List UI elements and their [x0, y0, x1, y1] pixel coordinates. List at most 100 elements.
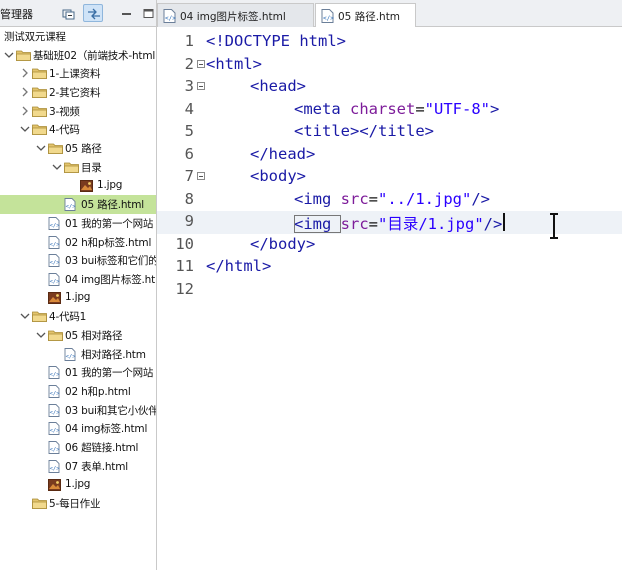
explorer-header: 管理器: [0, 0, 156, 27]
code-token-attr: src: [340, 189, 369, 208]
tree-item-label: 基础班02（前端技术-html: [33, 49, 156, 62]
code-line[interactable]: 1 <!DOCTYPE html>: [157, 31, 622, 54]
folder-icon: [48, 329, 63, 341]
code-line[interactable]: 4 <meta charset="UTF-8">: [157, 99, 622, 122]
link-with-editor-button[interactable]: [83, 4, 103, 22]
tree-folder[interactable]: 1-上课资料: [0, 64, 156, 83]
chevron-down-icon[interactable]: [20, 310, 30, 322]
minimize-icon: [122, 13, 131, 15]
fold-toggle-icon[interactable]: [197, 82, 205, 90]
tree-html-file[interactable]: </> 04 img图片标签.ht: [0, 270, 156, 289]
tree-item-label: 05 路径: [65, 143, 102, 156]
code-line[interactable]: 8 <img src="../1.jpg"/>: [157, 189, 622, 212]
tab-img-html[interactable]: </> 04 img图片标签.html: [157, 3, 314, 27]
tree-root[interactable]: 测试双元课程: [0, 27, 156, 46]
tree-html-file[interactable]: </> 02 h和p.html: [0, 382, 156, 401]
tree-folder[interactable]: 4-代码: [0, 120, 156, 139]
folder-icon: [32, 105, 47, 117]
tree-html-file[interactable]: </> 01 我的第一个网站: [0, 363, 156, 382]
tree-image-file[interactable]: 1.jpg: [0, 289, 156, 308]
code-token-tag: </head>: [250, 144, 316, 163]
tree-html-file[interactable]: </> 05 路径.html: [0, 195, 156, 214]
tree-item-label: 相对路径.htm: [81, 348, 146, 361]
code-text: <title></title>: [294, 122, 434, 140]
code-text: <meta charset="UTF-8">: [294, 100, 499, 118]
chevron-down-icon[interactable]: [4, 49, 14, 61]
code-line[interactable]: 11 </html>: [157, 256, 622, 279]
folder-icon: [32, 310, 47, 323]
svg-text:</>: </>: [50, 242, 60, 248]
tree-html-file[interactable]: </> 03 bui和其它小伙伴: [0, 401, 157, 420]
tree-image-file[interactable]: 1.jpg: [0, 476, 156, 495]
code-token-tag: </body>: [250, 234, 316, 253]
code-token-tag: </html>: [206, 257, 272, 275]
code-text: <html>: [206, 55, 262, 73]
tree-html-file[interactable]: </> 04 img标签.html: [0, 419, 156, 438]
tree-html-file[interactable]: </> 03 bui标签和它们的: [0, 251, 156, 270]
folder-icon: [16, 49, 31, 61]
tree-folder[interactable]: 4-代码1: [0, 307, 156, 326]
line-number: 1: [184, 32, 194, 50]
code-line[interactable]: 7 <body>: [157, 166, 622, 189]
chevron-right-icon[interactable]: [20, 105, 30, 117]
code-token-tag: <head>: [250, 77, 306, 95]
code-line[interactable]: 5 <title></title>: [157, 121, 622, 144]
tree-item-label: 01 我的第一个网站: [65, 217, 154, 230]
tree-html-file[interactable]: </> 07 表单.html: [0, 457, 156, 476]
code-text: <head>: [250, 77, 306, 95]
chevron-down-icon[interactable]: [36, 329, 46, 341]
html-file-icon: </>: [163, 9, 176, 23]
html-file-icon: </>: [48, 422, 63, 436]
fold-toggle-icon[interactable]: [197, 172, 205, 180]
tree-image-file[interactable]: 1.jpg: [0, 177, 156, 196]
tree-folder[interactable]: 基础班02（前端技术-html: [0, 46, 156, 65]
tree-item-label: 03 bui和其它小伙伴: [65, 404, 157, 417]
html-file-icon: </>: [48, 216, 63, 230]
tree-item-label: 5-每日作业: [49, 498, 101, 511]
html-file-icon: </>: [48, 403, 63, 417]
tree-item-label: 06 超链接.html: [65, 442, 139, 455]
html-file-icon: </>: [64, 347, 79, 361]
tree-folder[interactable]: 5-每日作业: [0, 494, 156, 513]
collapse-all-button[interactable]: [58, 4, 78, 22]
code-token-str: "../1.jpg": [378, 189, 472, 208]
tree-html-file[interactable]: </> 相对路径.htm: [0, 345, 156, 364]
code-line[interactable]: 2 <html>: [157, 54, 622, 77]
code-line[interactable]: 3 <head>: [157, 76, 622, 99]
tree-item-label: 02 h和p.html: [65, 386, 131, 399]
maximize-button[interactable]: [138, 4, 156, 22]
text-cursor: [503, 213, 505, 231]
link-editor-icon: [88, 8, 100, 20]
tree-folder[interactable]: 3-视频: [0, 102, 156, 121]
chevron-down-icon[interactable]: [36, 142, 46, 154]
code-editor[interactable]: 1 <!DOCTYPE html> 2 <html> 3 <head> 4 <meta cha…: [157, 27, 622, 570]
tree-html-file[interactable]: </> 02 h和p标签.html: [0, 233, 156, 252]
folder-icon: [64, 161, 79, 173]
explorer-title: 管理器: [0, 8, 33, 21]
chevron-down-icon[interactable]: [52, 161, 62, 173]
tree-html-file[interactable]: </> 01 我的第一个网站: [0, 214, 156, 233]
code-line[interactable]: 6 </head>: [157, 144, 622, 167]
code-token-plain: =: [368, 215, 379, 233]
tree-folder[interactable]: 05 相对路径: [0, 326, 156, 345]
tree-html-file[interactable]: </> 06 超链接.html: [0, 438, 156, 457]
tab-path-html[interactable]: </> 05 路径.htm: [315, 3, 416, 28]
chevron-right-icon[interactable]: [20, 86, 30, 98]
svg-text:</>: </>: [50, 223, 60, 229]
tree-folder[interactable]: 目录: [0, 158, 156, 177]
line-number: 10: [175, 234, 194, 253]
tree-folder[interactable]: 2-其它资料: [0, 83, 156, 102]
project-explorer: 管理器 测试双元课程 基础班02（前端技术-html 1-上课资料 2-其它资料…: [0, 0, 157, 570]
svg-text:</>: </>: [66, 204, 76, 210]
line-number: 12: [175, 279, 194, 298]
file-tree: 测试双元课程 基础班02（前端技术-html 1-上课资料 2-其它资料 3-视频 4-代…: [0, 27, 157, 513]
code-line[interactable]: 12: [157, 279, 622, 302]
fold-toggle-icon[interactable]: [197, 59, 205, 68]
tree-folder[interactable]: 05 路径: [0, 139, 156, 158]
folder-icon: [32, 497, 47, 510]
svg-text:</>: </>: [50, 466, 60, 472]
code-token-tag: <html>: [206, 54, 262, 73]
chevron-down-icon[interactable]: [20, 123, 30, 135]
chevron-right-icon[interactable]: [20, 67, 30, 79]
minimize-button[interactable]: [116, 4, 136, 22]
